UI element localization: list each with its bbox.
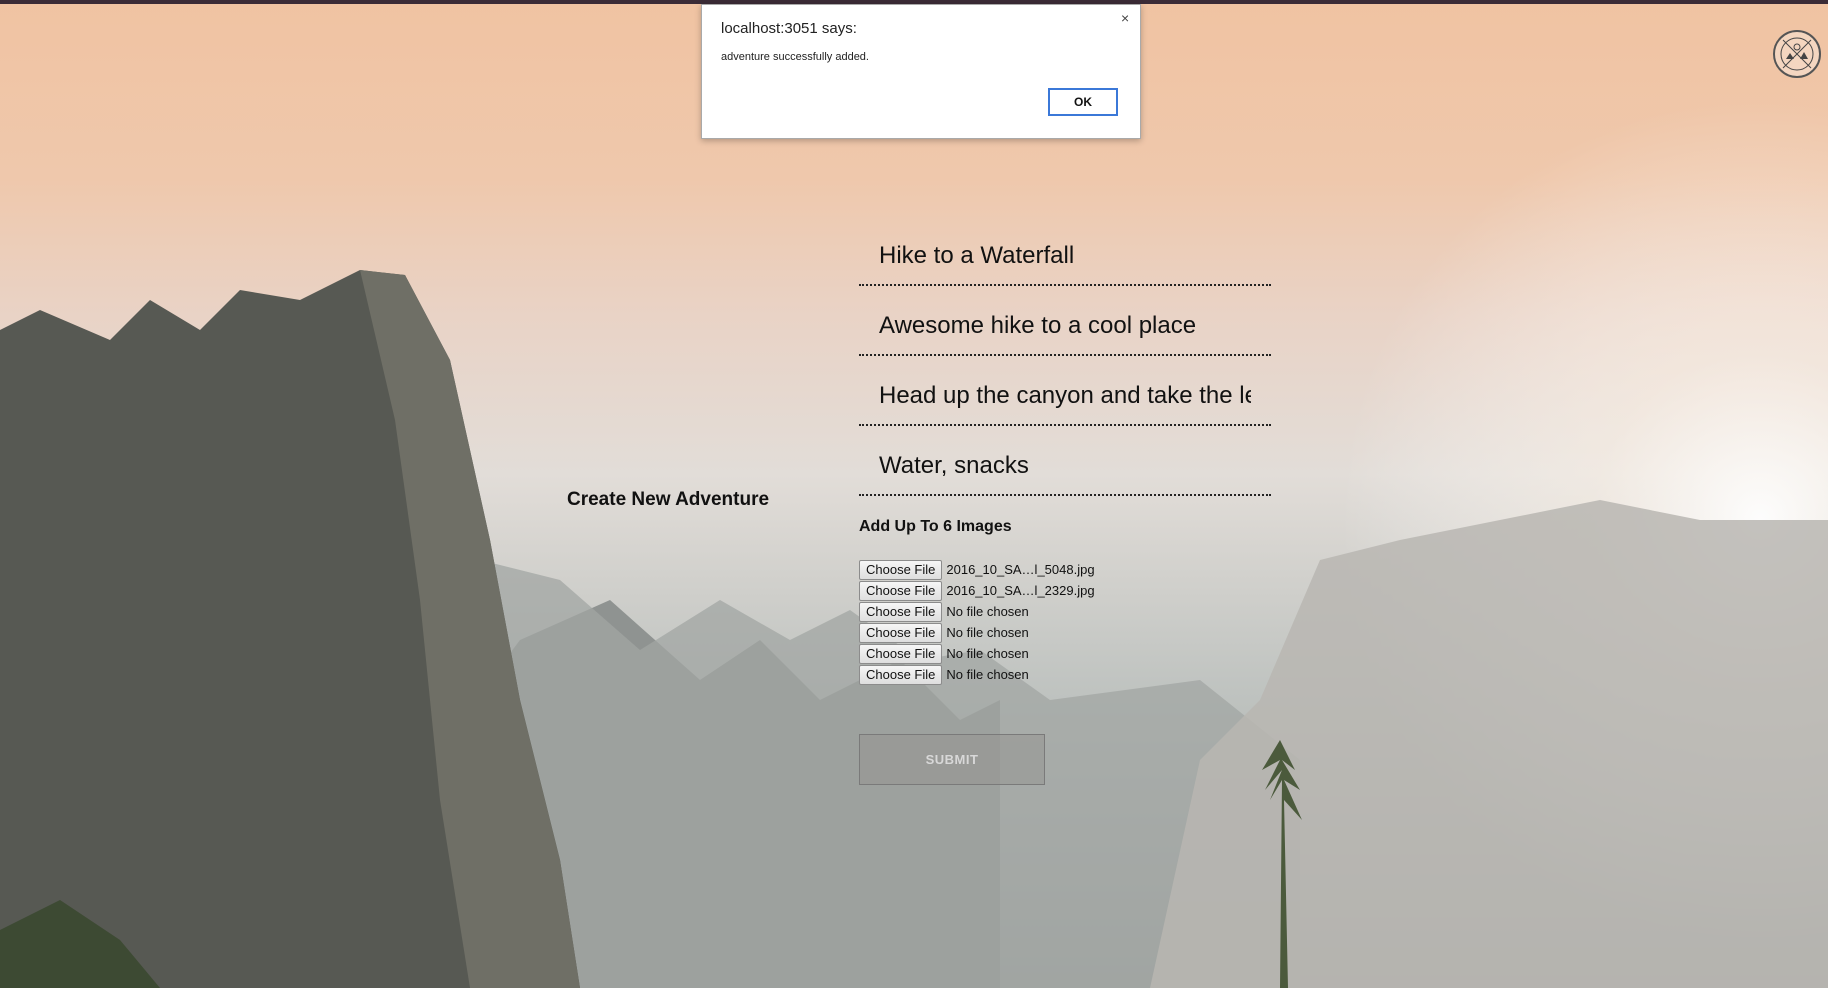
file-name-label: 2016_10_SA…l_2329.jpg bbox=[946, 583, 1095, 598]
choose-file-button[interactable]: Choose File bbox=[859, 643, 943, 664]
file-name-label: No file chosen bbox=[946, 625, 1029, 640]
file-name-label: No file chosen bbox=[946, 667, 1029, 682]
choose-file-button[interactable]: Choose File bbox=[859, 601, 943, 622]
ok-button[interactable]: OK bbox=[1048, 88, 1118, 116]
close-icon[interactable]: × bbox=[1121, 10, 1129, 26]
images-label: Add Up To 6 Images bbox=[859, 518, 1012, 535]
description-input[interactable] bbox=[879, 300, 1251, 352]
file-name-label: No file chosen bbox=[946, 646, 1029, 661]
alert-dialog: localhost:3051 says: adventure successfu… bbox=[701, 4, 1141, 139]
compass-mountain-badge-icon[interactable] bbox=[1773, 30, 1821, 78]
file-input-row: Choose File 2016_10_SA…l_2329.jpg bbox=[859, 580, 1095, 601]
page-title: Create New Adventure bbox=[567, 489, 770, 510]
title-field bbox=[859, 230, 1271, 286]
items-input[interactable] bbox=[879, 440, 1251, 492]
file-input-row: Choose File 2016_10_SA…l_5048.jpg bbox=[859, 559, 1095, 580]
directions-field bbox=[859, 370, 1271, 426]
choose-file-button[interactable]: Choose File bbox=[859, 664, 943, 685]
file-input-row: Choose File No file chosen bbox=[859, 622, 1029, 643]
items-field bbox=[859, 440, 1271, 496]
description-field bbox=[859, 300, 1271, 356]
choose-file-button[interactable]: Choose File bbox=[859, 559, 943, 580]
file-input-row: Choose File No file chosen bbox=[859, 643, 1029, 664]
directions-input[interactable] bbox=[879, 370, 1251, 422]
file-name-label: 2016_10_SA…l_5048.jpg bbox=[946, 562, 1095, 577]
file-name-label: No file chosen bbox=[946, 604, 1029, 619]
choose-file-button[interactable]: Choose File bbox=[859, 580, 943, 601]
submit-button[interactable]: SUBMIT bbox=[859, 734, 1045, 785]
file-input-row: Choose File No file chosen bbox=[859, 664, 1029, 685]
dialog-title: localhost:3051 says: bbox=[721, 20, 857, 37]
choose-file-button[interactable]: Choose File bbox=[859, 622, 943, 643]
title-input[interactable] bbox=[879, 230, 1251, 282]
file-input-row: Choose File No file chosen bbox=[859, 601, 1029, 622]
dialog-message: adventure successfully added. bbox=[721, 51, 869, 63]
